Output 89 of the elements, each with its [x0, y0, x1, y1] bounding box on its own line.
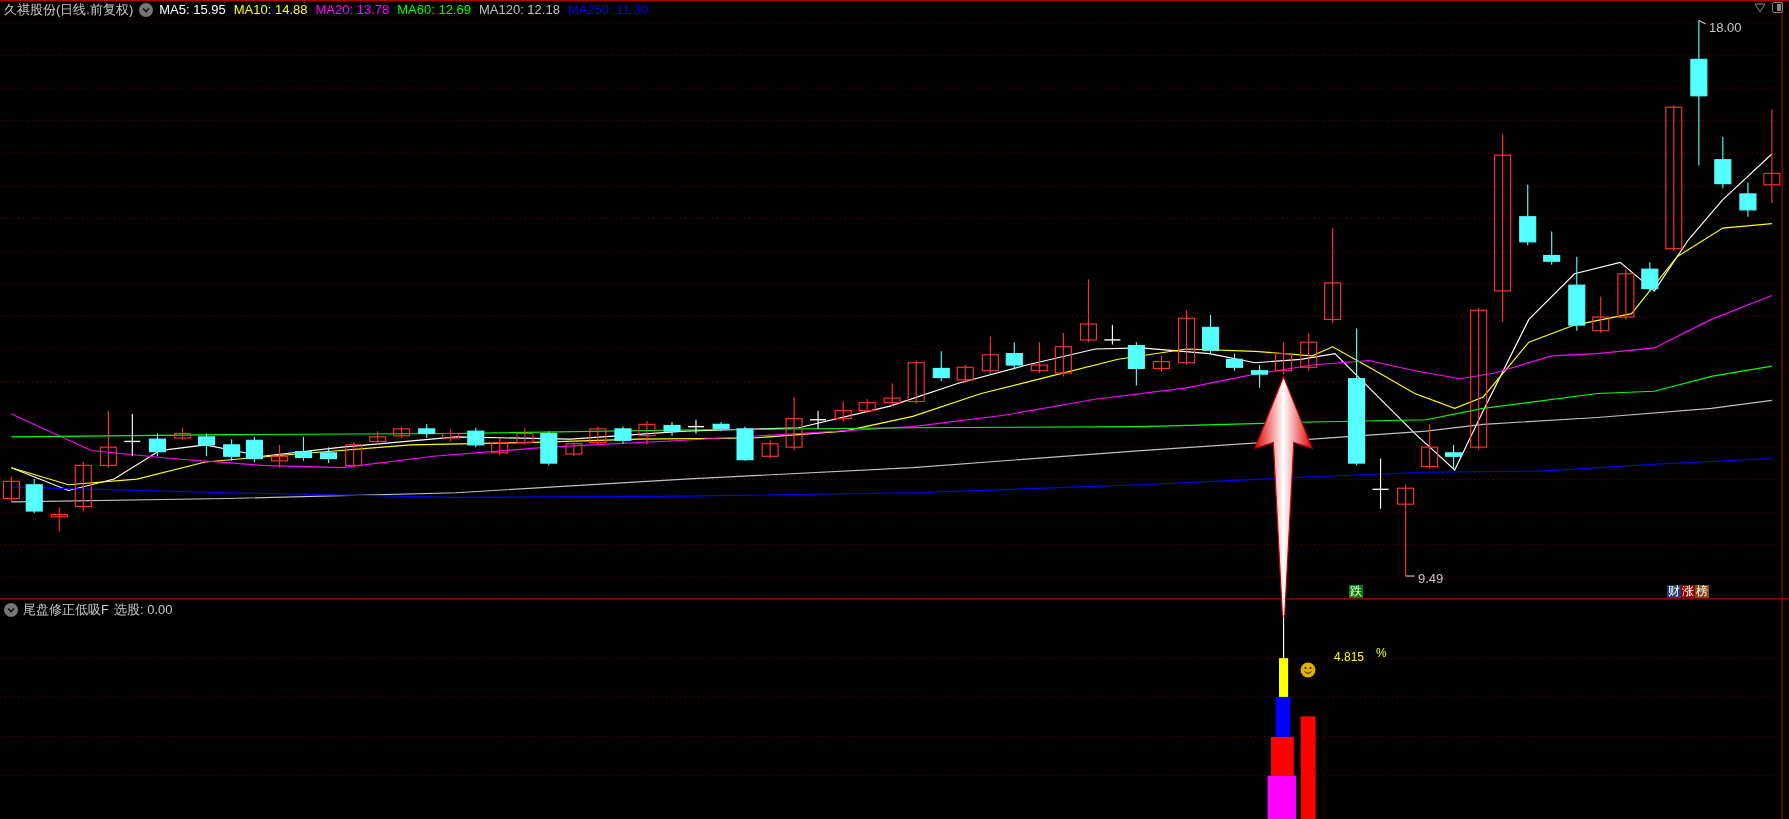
candlestick — [320, 446, 338, 464]
high-price-label: 18.00 — [1709, 19, 1742, 37]
candlestick — [1127, 341, 1145, 387]
window-icon[interactable] — [1772, 2, 1783, 13]
candlestick — [369, 430, 387, 446]
candlestick — [1300, 332, 1318, 372]
percent-unit: % — [1376, 645, 1387, 662]
candlestick — [25, 478, 43, 514]
dropdown-icon[interactable] — [4, 603, 18, 617]
candlestick — [50, 507, 68, 533]
low-price-label: 9.49 — [1418, 570, 1444, 588]
candlestick — [785, 396, 803, 452]
triangle-icon[interactable] — [1754, 2, 1766, 13]
candlestick — [1054, 332, 1072, 377]
percent-label: 4.815 — [1334, 649, 1365, 666]
signal-tag: 榜 — [1695, 585, 1709, 598]
candlestick — [565, 438, 583, 457]
candlestick — [736, 426, 754, 462]
candlestick — [245, 436, 263, 463]
candlestick — [883, 382, 901, 407]
candlestick — [1152, 355, 1171, 373]
candlestick — [1739, 181, 1757, 218]
signal-tag: 跌 — [1349, 585, 1363, 598]
candlestick — [2, 476, 20, 503]
candlestick — [223, 438, 241, 462]
candlestick — [1251, 364, 1269, 389]
candlestick — [981, 335, 999, 375]
candlestick — [1592, 296, 1610, 334]
candlestick — [1617, 268, 1635, 320]
leader-line — [1405, 575, 1416, 577]
candlestick — [663, 421, 681, 437]
candlestick — [712, 421, 730, 432]
leader-line — [1698, 19, 1707, 25]
candlestick — [418, 423, 436, 439]
candlestick — [491, 437, 509, 456]
moving-average-label: MA250: 11.30 — [567, 1, 648, 20]
candlestick — [148, 432, 166, 457]
candlestick — [1202, 314, 1220, 355]
candlestick — [907, 359, 925, 405]
candlestick — [74, 461, 92, 512]
candlestick — [442, 428, 460, 442]
candlestick — [834, 400, 852, 423]
smiley-icon — [1300, 662, 1316, 678]
candlestick — [516, 427, 534, 446]
candlestick — [1519, 184, 1537, 246]
chart-title: 久祺股份(日线.前复权) — [4, 1, 134, 20]
indicator-title: 尾盘修正低吸F — [23, 601, 109, 620]
candlestick — [1641, 261, 1659, 293]
candlestick — [174, 427, 192, 441]
moving-average-label: MA10: 14.88 — [233, 1, 308, 20]
candlestick — [294, 436, 313, 462]
candlestick — [393, 426, 411, 439]
candlestick — [1178, 309, 1196, 366]
candlestick — [1445, 444, 1463, 469]
candlestick — [809, 410, 827, 430]
candlestick — [638, 420, 656, 446]
candlestick — [1079, 278, 1097, 343]
candlestick — [123, 413, 142, 457]
moving-average-label: MA20: 13.78 — [315, 1, 390, 20]
candlestick — [270, 444, 289, 469]
moving-average-label: MA120: 12.18 — [478, 1, 560, 20]
candlestick — [1225, 353, 1244, 372]
candlestick — [858, 398, 876, 414]
signal-tag: 涨 — [1681, 585, 1695, 598]
candlestick — [932, 350, 950, 382]
candlestick — [1030, 341, 1048, 374]
candlestick — [1421, 423, 1439, 470]
candlestick — [687, 419, 705, 434]
candlestick — [761, 439, 779, 460]
candlestick — [467, 427, 485, 448]
candlestick — [1005, 341, 1023, 371]
candlestick — [1714, 136, 1732, 189]
candlestick — [1543, 231, 1561, 266]
candlestick — [1371, 458, 1390, 510]
candlestick — [956, 364, 974, 384]
signal-tag: 财 — [1667, 585, 1681, 598]
indicator-bar — [1267, 775, 1297, 819]
candlestick — [589, 426, 607, 446]
candlestick — [197, 432, 216, 457]
candlestick — [99, 410, 117, 469]
candlestick — [614, 426, 632, 445]
indicator-reading: 选股: 0.00 — [113, 601, 173, 620]
dropdown-icon[interactable] — [139, 3, 154, 17]
candlestick — [540, 430, 558, 466]
candlestick — [1275, 341, 1293, 375]
moving-average-label: MA5: 15.95 — [159, 1, 226, 20]
moving-average-label: MA60: 12.69 — [397, 1, 471, 20]
candlestick — [1103, 324, 1122, 346]
candlestick — [345, 442, 363, 468]
